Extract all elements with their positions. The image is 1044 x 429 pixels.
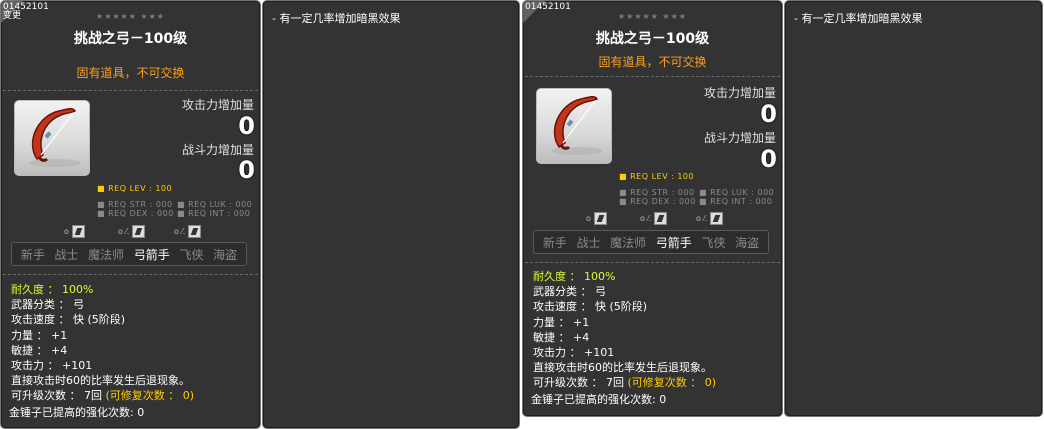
item-description-1: - 有一定几率增加暗黑效果 [262, 0, 520, 429]
weapon-type: 武器分类 ： 弓 [533, 285, 606, 299]
item-stats: 耐久度 ： 100% 武器分类 ： 弓攻击速度 ： 快 (5阶段) 力量 ： +1 敏… [11, 282, 194, 404]
divider [3, 90, 258, 91]
job-bowman: 弓箭手 [655, 235, 692, 250]
stat-dex: 敏捷 ： +4 [11, 343, 68, 357]
attack-speed: 攻击速度 ： 快 (5阶段) [533, 300, 648, 314]
hammer-count: 金锤子已提高的强化次数: 0 [531, 393, 667, 406]
req-int: ■ REQ INT : 000 [177, 209, 251, 218]
divider [525, 262, 780, 263]
item-description-2: - 有一定几率增加暗黑效果 [784, 0, 1043, 417]
job-warrior: 战士 [54, 247, 79, 262]
attack-increase-value: 0 [238, 112, 255, 140]
job-pirate: 海盗 [735, 235, 760, 250]
combat-increase-value: 0 [760, 145, 777, 173]
item-tooltip-1: 01452101 变更 ★★★★★ ★★★ 挑战之弓－100级 固有道具，不可交… [0, 0, 261, 429]
item-stats: 耐久度 ： 100% 武器分类 ： 弓攻击速度 ： 快 (5阶段) 力量 ： +1 敏… [533, 269, 716, 391]
job-magician: 魔法师 [88, 247, 125, 262]
combat-increase-value: 0 [238, 156, 255, 184]
attack-increase-value: 0 [760, 100, 777, 128]
stat-attack: 攻击力 ： +101 [11, 359, 93, 373]
req-dex: ■ REQ DEX : 000 [97, 209, 174, 218]
element-icon [710, 212, 724, 225]
description-text: - 有一定几率增加暗黑效果 [794, 12, 923, 25]
attack-speed: 攻击速度 ： 快 (5阶段) [11, 313, 126, 327]
element-slot-3: o ⁄. [174, 225, 202, 238]
job-thief: 飞侠 [179, 247, 204, 262]
upgrade-slots: 可升级次数 ： 7回 (可修复次数 ： 0) [533, 376, 717, 390]
bow-icon [29, 107, 81, 167]
bow-icon [551, 95, 603, 155]
req-str: ■ REQ STR : 000 [97, 200, 173, 209]
req-str: ■ REQ STR : 000 [619, 188, 695, 197]
req-luk: ■ REQ LUK : 000 [699, 188, 775, 197]
job-warrior: 战士 [576, 235, 601, 250]
req-int: ■ REQ INT : 000 [699, 197, 773, 206]
job-beginner: 新手 [20, 247, 45, 262]
divider [525, 76, 780, 77]
job-requirement-bar: 新手 战士 魔法师 弓箭手 飞侠 海盗 [533, 230, 769, 254]
knockback-effect: 直接攻击时60的比率发生后退现象。 [11, 374, 190, 388]
item-icon [14, 100, 90, 176]
stat-str: 力量 ： +1 [11, 328, 68, 342]
star-rating: ★★★★★ ★★★ [618, 12, 687, 21]
untradeable-notice: 固有道具，不可交换 [598, 55, 707, 69]
star-rating: ★★★★★ ★★★ [96, 12, 165, 21]
req-level: ■ REQ LEV : 100 [97, 184, 173, 193]
stat-dex: 敏捷 ： +4 [533, 330, 590, 344]
element-icon [593, 212, 607, 225]
divider [3, 274, 258, 275]
durability: 耐久度 ： 100% [11, 283, 94, 296]
attack-increase-label: 攻击力增加量 [181, 98, 254, 112]
element-icon [188, 225, 202, 238]
upgrade-slots: 可升级次数 ： 7回 (可修复次数 ： 0) [11, 389, 195, 403]
stat-str: 力量 ： +1 [533, 315, 590, 329]
element-slot-2: o ⁄. [118, 225, 146, 238]
untradeable-notice: 固有道具，不可交换 [76, 66, 185, 80]
item-title: 挑战之弓－100级 [595, 31, 710, 47]
element-slot-1: o [64, 225, 85, 238]
job-beginner: 新手 [542, 235, 567, 250]
knockback-effect: 直接攻击时60的比率发生后退现象。 [533, 361, 712, 375]
element-slot-2: o ⁄. [640, 212, 668, 225]
durability: 耐久度 ： 100% [533, 270, 616, 283]
element-slot-1: o [586, 212, 607, 225]
description-text: - 有一定几率增加暗黑效果 [272, 12, 401, 25]
req-luk: ■ REQ LUK : 000 [177, 200, 253, 209]
job-pirate: 海盗 [213, 247, 238, 262]
item-id: 01452101 [525, 2, 571, 12]
item-title: 挑战之弓－100级 [73, 31, 188, 47]
stat-attack: 攻击力 ： +101 [533, 346, 615, 360]
item-tooltip-2: 01452101 ★★★★★ ★★★ 挑战之弓－100级 固有道具，不可交换 攻… [522, 0, 783, 417]
combat-increase-label: 战斗力增加量 [703, 131, 776, 145]
req-level: ■ REQ LEV : 100 [619, 172, 695, 181]
job-requirement-bar: 新手 战士 魔法师 弓箭手 飞侠 海盗 [11, 242, 247, 266]
element-slot-3: o ⁄. [696, 212, 724, 225]
req-dex: ■ REQ DEX : 000 [619, 197, 696, 206]
element-icon [132, 225, 146, 238]
item-icon [536, 88, 612, 164]
element-icon [71, 225, 85, 238]
job-thief: 飞侠 [701, 235, 726, 250]
hammer-count: 金锤子已提高的强化次数: 0 [9, 406, 145, 419]
job-magician: 魔法师 [610, 235, 647, 250]
job-bowman: 弓箭手 [133, 247, 170, 262]
attack-increase-label: 攻击力增加量 [703, 86, 776, 100]
element-icon [654, 212, 668, 225]
weapon-type: 武器分类 ： 弓 [11, 298, 84, 312]
